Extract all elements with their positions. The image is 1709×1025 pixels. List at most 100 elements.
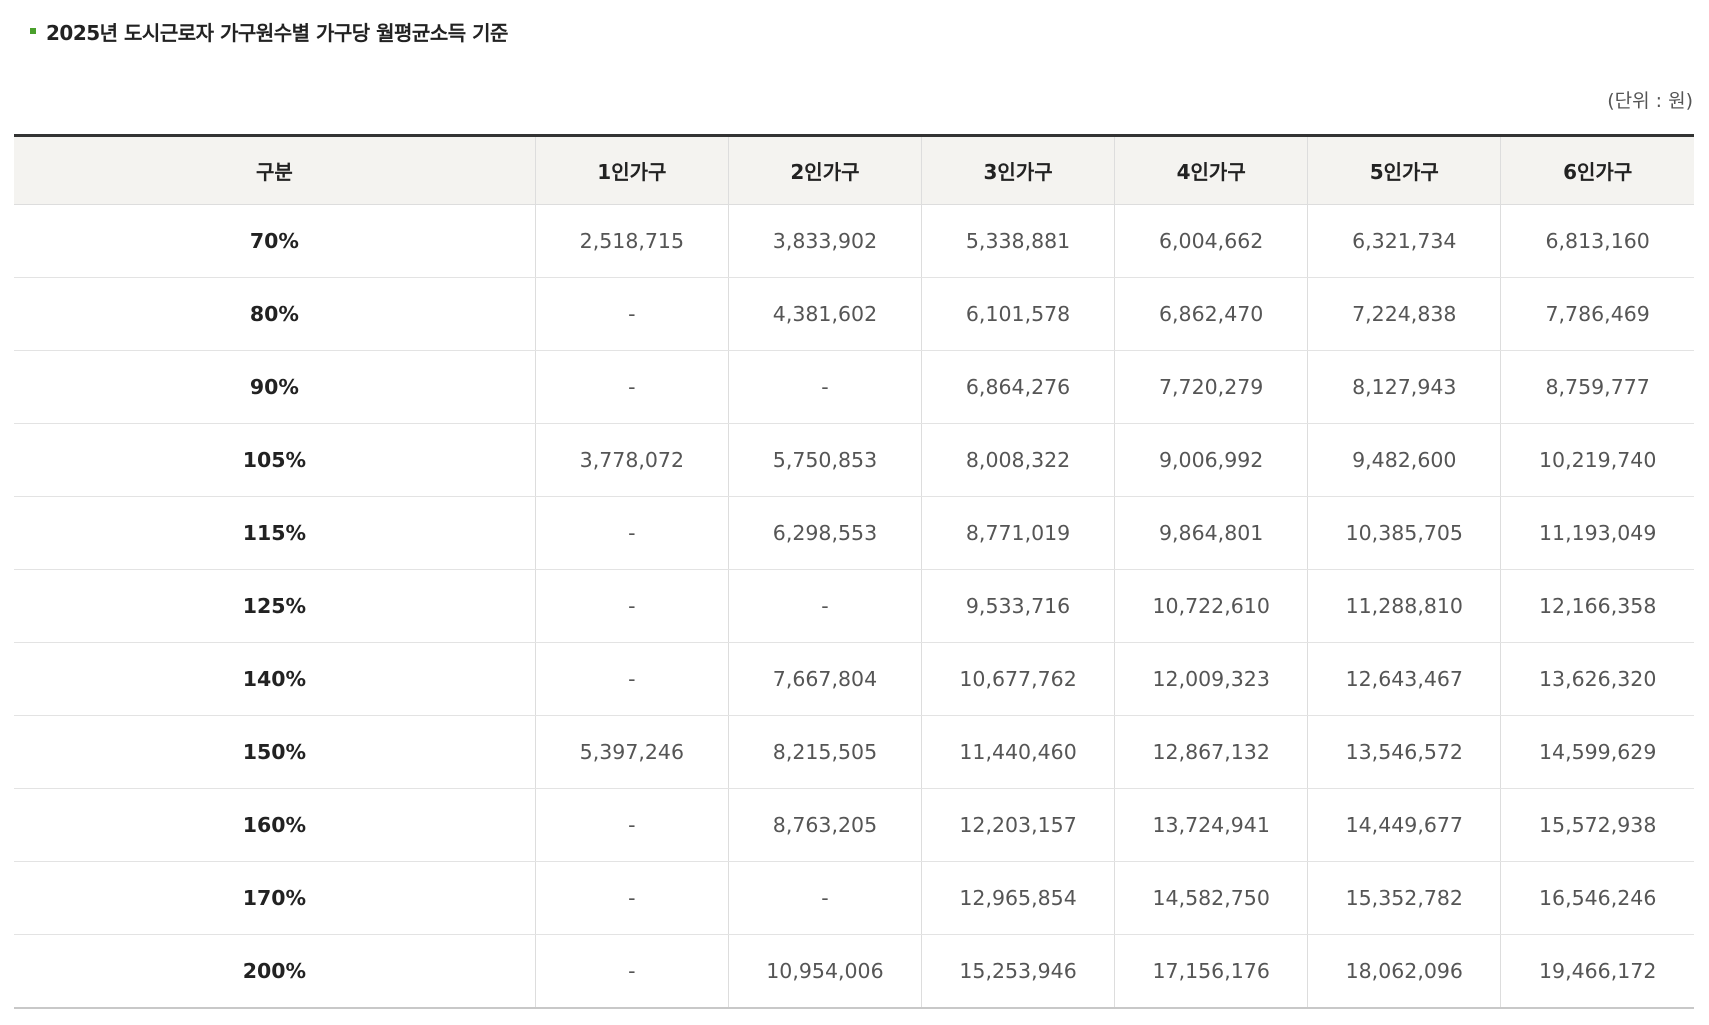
value-cell-2-person: 4,381,602 (727, 277, 922, 351)
value-cell-1-person: - (534, 569, 729, 643)
header-cell-4-person: 4인가구 (1114, 135, 1308, 205)
section-heading: 2025년 도시근로자 가구원수별 가구당 월평균소득 기준 (30, 16, 508, 46)
value-cell-2-person: 7,667,804 (727, 642, 922, 716)
value-cell-1-person: - (534, 934, 729, 1008)
row-label-cell: 200% (242, 959, 307, 983)
row-label-cell: 125% (14, 569, 536, 643)
value-cell-2-person: 8,763,205 (727, 788, 922, 862)
value-cell-2-person: - (727, 350, 922, 424)
row-label-cell: 170% (14, 861, 536, 935)
row-label-cell: 90% (14, 350, 536, 424)
row-label-cell: 160% (14, 788, 536, 862)
value-cell-2-person: 8,215,505 (727, 715, 922, 789)
row-label-cell: 80% (14, 277, 536, 351)
table-row: 150% 5,397,246 8,215,505 11,440,460 12,867,1… (14, 715, 1694, 789)
value-cell-4-person: 12,867,132 (1114, 715, 1308, 789)
value-cell-6-person: 13,626,320 (1500, 642, 1694, 716)
value-cell-3-person: 8,771,019 (921, 496, 1115, 570)
value-cell-6-person: 12,166,358 (1500, 569, 1694, 643)
header-row: 구분 1인가구 2인가구 3인가구 4인가구 5인가구 6인가구 (14, 135, 1694, 205)
value-cell-5-person: 18,062,096 (1307, 934, 1501, 1008)
value-cell-2-person: 5,750,853 (727, 423, 922, 497)
value-cell-5-person: 10,385,705 (1307, 496, 1501, 570)
header-cell-3-person: 3인가구 (921, 135, 1115, 205)
header-cell-1-person: 1인가구 (534, 135, 729, 205)
value-cell-5-person: 12,643,467 (1307, 642, 1501, 716)
value-cell-4-person: 7,720,279 (1114, 350, 1308, 424)
value-cell-1-person: - (534, 350, 729, 424)
table-row: 170% - -12,965,854 14,582,750 15,352,782 16,5… (14, 861, 1694, 935)
value-cell-5-person: 15,352,782 (1307, 861, 1501, 935)
value-cell-3-person: 11,440,460 (921, 715, 1115, 789)
value-cell-5-person: 11,288,810 (1307, 569, 1501, 643)
value-cell-5-person: 8,127,943 (1307, 350, 1501, 424)
value-cell-3-person: 6,101,578 (921, 277, 1115, 351)
value-cell-6-person: 8,759,777 (1500, 350, 1694, 424)
value-cell-5-person: 7,224,838 (1307, 277, 1501, 351)
square-bullet-icon (30, 28, 36, 34)
value-cell-3-person: 6,864,276 (921, 350, 1115, 424)
header-cell-2-person: 2인가구 (727, 135, 922, 205)
header-cell-6-person: 6인가구 (1500, 135, 1694, 205)
header-cell-category: 구분 (14, 135, 536, 205)
value-cell-3-person: 15,253,946 (921, 934, 1115, 1008)
value-cell-3-person: 5,338,881 (921, 204, 1115, 278)
table-row: 70% 2,518,715 3,833,902 5,338,881 6,004,662 6… (14, 204, 1694, 278)
table-row: 140% -7,667,804 10,677,762 12,009,323 12,643… (14, 642, 1694, 716)
value-cell-3-person: 10,677,762 (921, 642, 1115, 716)
unit-note: (단위 : 원) (1607, 90, 1693, 112)
value-cell-4-person: 6,862,470 (1114, 277, 1308, 351)
value-cell-1-person: - (534, 496, 729, 570)
header-cell-5-person: 5인가구 (1307, 135, 1501, 205)
value-cell-3-person: 9,533,716 (921, 569, 1115, 643)
table-row: 90% - -6,864,276 7,720,279 8,127,943 8,759,77… (14, 350, 1694, 424)
value-cell-6-person: 14,599,629 (1500, 715, 1694, 789)
table-header: 구분 1인가구 2인가구 3인가구 4인가구 5인가구 6인가구 (14, 135, 1694, 205)
value-cell-2-person: 10,954,006 (727, 934, 922, 1008)
value-cell-1-person: 5,397,246 (534, 715, 729, 789)
value-cell-3-person: 12,203,157 (921, 788, 1115, 862)
row-label-cell: 105% (14, 423, 536, 497)
value-cell-6-person: 7,786,469 (1500, 277, 1694, 351)
value-cell-4-person: 13,724,941 (1114, 788, 1308, 862)
value-cell-3-person: 8,008,322 (921, 423, 1115, 497)
value-cell-4-person: 17,156,176 (1114, 934, 1308, 1008)
row-label-cell: 70% (14, 204, 536, 278)
value-cell-1-person: - (534, 861, 729, 935)
value-cell-5-person: 9,482,600 (1307, 423, 1501, 497)
table-row: 160% -8,763,205 12,203,157 13,724,941 14,449… (14, 788, 1694, 862)
row-label-cell: 140% (14, 642, 536, 716)
value-cell-1-person: - (534, 788, 729, 862)
value-cell-1-person: 2,518,715 (534, 204, 729, 278)
value-cell-6-person: 6,813,160 (1500, 204, 1694, 278)
value-cell-2-person: - (727, 569, 922, 643)
value-cell-4-person: 9,006,992 (1114, 423, 1308, 497)
value-cell-6-person: 15,572,938 (1500, 788, 1694, 862)
value-cell-2-person: - (727, 861, 922, 935)
table-row: 125% - -9,533,716 10,722,610 11,288,810 12,16… (14, 569, 1694, 643)
value-cell-1-person: - (534, 277, 729, 351)
table-body: 70% 2,518,715 3,833,902 5,338,881 6,004,662 6… (14, 204, 1694, 1008)
value-cell-4-person: 6,004,662 (1114, 204, 1308, 278)
value-cell-6-person: 11,193,049 (1500, 496, 1694, 570)
value-cell-1-person: - (534, 642, 729, 716)
value-cell-5-person: 14,449,677 (1307, 788, 1501, 862)
section-title: 2025년 도시근로자 가구원수별 가구당 월평균소득 기준 (46, 20, 508, 45)
value-cell-6-person: 10,219,740 (1500, 423, 1694, 497)
table-row: 115% -6,298,553 8,771,019 9,864,801 10,385,7… (14, 496, 1694, 570)
value-cell-6-person: 19,466,172 (1500, 934, 1694, 1008)
row-label-cell: 115% (14, 496, 536, 570)
value-cell-4-person: 12,009,323 (1114, 642, 1308, 716)
value-cell-5-person: 6,321,734 (1307, 204, 1501, 278)
value-cell-4-person: 14,582,750 (1114, 861, 1308, 935)
value-cell-2-person: 3,833,902 (727, 204, 922, 278)
value-cell-2-person: 6,298,553 (727, 496, 922, 570)
table-row: 80% -4,381,602 6,101,578 6,862,470 7,224,838… (14, 277, 1694, 351)
value-cell-4-person: 10,722,610 (1114, 569, 1308, 643)
table-row: 200% -10,954,006 15,253,946 17,156,176 18,06… (14, 934, 1694, 1008)
value-cell-6-person: 16,546,246 (1500, 861, 1694, 935)
row-label-cell: 150% (14, 715, 536, 789)
table-row: 105% 3,778,072 5,750,853 8,008,322 9,006,992… (14, 423, 1694, 497)
income-table: 구분 1인가구 2인가구 3인가구 4인가구 5인가구 6인가구 70% 2,51… (14, 134, 1694, 1009)
value-cell-1-person: 3,778,072 (534, 423, 729, 497)
